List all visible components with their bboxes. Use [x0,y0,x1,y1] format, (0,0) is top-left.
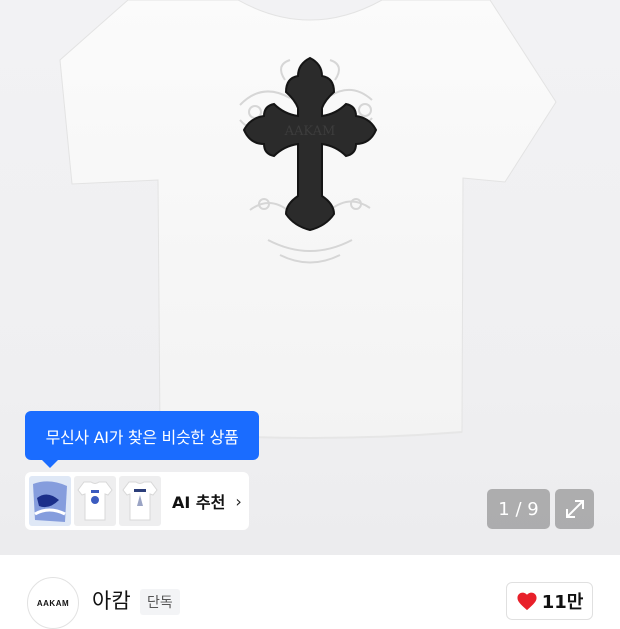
blue-graphic-thumb-icon [29,476,71,526]
exclusive-badge: 단독 [140,589,180,615]
ai-recommend-label: AI 추천 [172,493,226,512]
page-indicator: 1 / 9 [487,489,550,529]
brand-logo[interactable]: AAKAM [27,577,79,629]
ai-similar-tooltip[interactable]: 무신사 AI가 찾은 비슷한 상품 [25,411,259,468]
page-indicator-text: 1 / 9 [498,498,539,520]
similar-product-thumb-3[interactable] [119,476,161,526]
chevron-right-icon: › [235,491,242,511]
similar-product-thumb-2[interactable] [74,476,116,526]
expand-button[interactable] [555,489,594,529]
similar-product-thumb-1[interactable] [29,476,71,526]
white-tee-thumb-icon [74,476,116,526]
brand-logo-text: AAKAM [36,598,70,608]
like-count: 11만 [541,592,584,613]
ai-recommend-bar[interactable]: AI 추천 › [25,472,249,530]
white-tee-thumb-icon [119,476,161,526]
brand-name[interactable]: 아캄 [92,588,131,614]
heart-icon [517,592,537,611]
product-image[interactable]: AAKAM 무신사 AI가 찾은 비슷한 상품 AI 추천 › 1 / 9 [0,0,620,555]
ai-tooltip-text: 무신사 AI가 찾은 비슷한 상품 [45,427,239,447]
like-button[interactable]: 11만 [506,582,593,620]
cross-print-text: AAKAM [284,124,336,139]
expand-icon [565,500,584,518]
